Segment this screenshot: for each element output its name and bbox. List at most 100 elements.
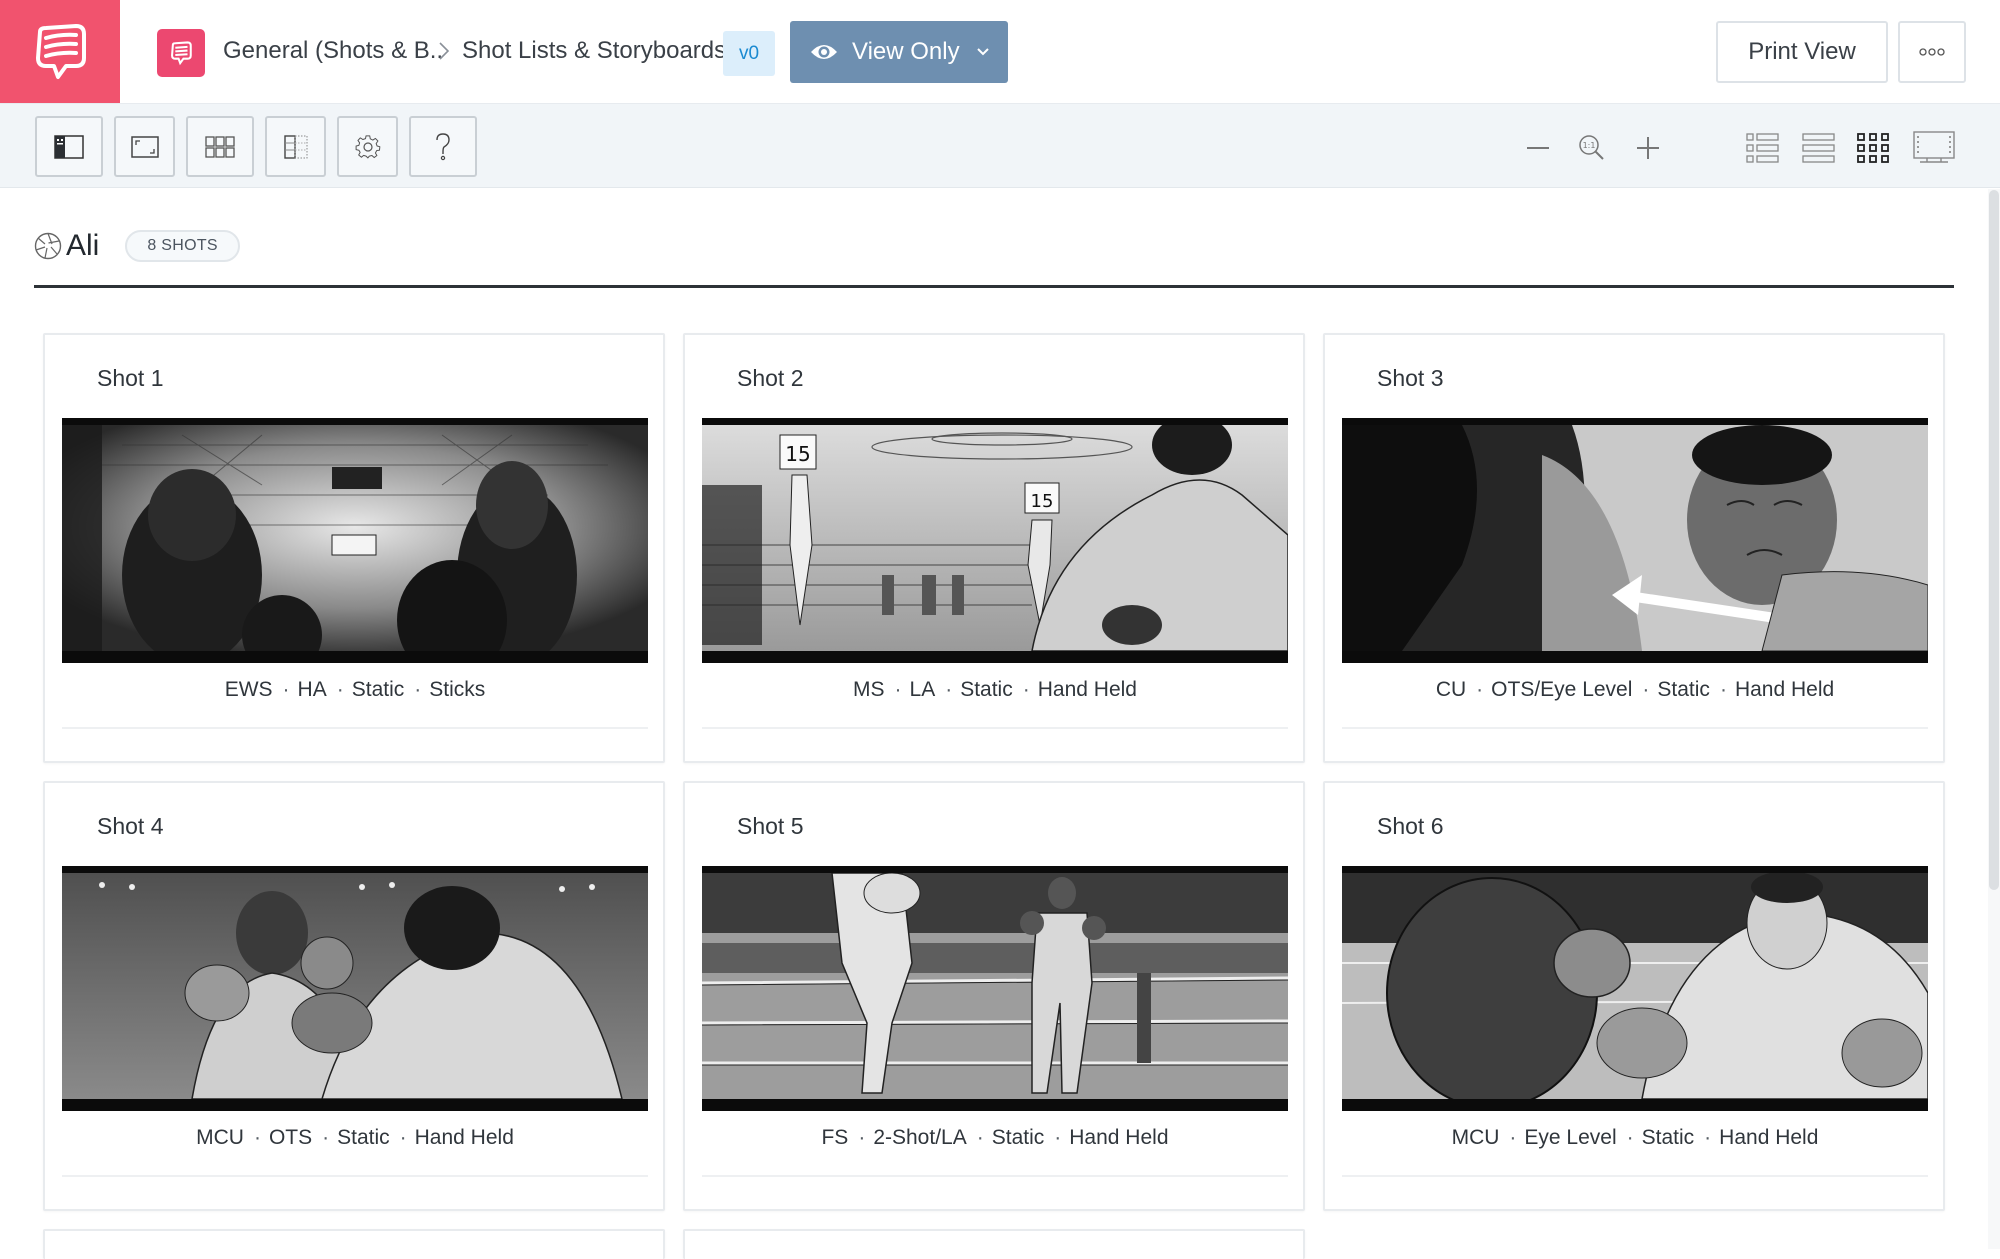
- shot-card[interactable]: Shot 4 MCU · OTS · Static · Hand Held: [43, 781, 665, 1211]
- svg-text:15: 15: [785, 442, 810, 466]
- scene-header: Ali 8 SHOTS: [34, 229, 240, 263]
- card-divider: [1342, 727, 1928, 729]
- view-only-dropdown[interactable]: View Only: [790, 21, 1008, 83]
- shot-card[interactable]: Shot 6 MCU · Eye Level · Static · Hand Held: [1323, 781, 1945, 1211]
- shot-image[interactable]: [1342, 418, 1928, 663]
- version-badge[interactable]: v0: [723, 31, 775, 76]
- app-logo[interactable]: [0, 0, 120, 103]
- storyboard-sketch-exchange: [62, 873, 648, 1099]
- shot-size-tag: EWS: [224, 678, 273, 701]
- view-list-thumbs-button[interactable]: [1746, 128, 1780, 168]
- shot-card[interactable]: Shot 2 15 15 MS · LA · Static · Hand Hel…: [683, 333, 1305, 763]
- shot-image[interactable]: [62, 418, 648, 663]
- movement-tag: Static: [1641, 1126, 1695, 1149]
- camera-angle-tag: OTS: [268, 1126, 313, 1149]
- equipment-tag: Hand Held: [1719, 1126, 1819, 1149]
- frame-ratio-icon: [130, 135, 159, 158]
- chevron-down-icon: [976, 48, 989, 56]
- shot-card[interactable]: [43, 1229, 665, 1259]
- zoom-out-button[interactable]: [1520, 130, 1556, 166]
- card-divider: [702, 727, 1288, 729]
- equipment-tag: Hand Held: [414, 1126, 514, 1149]
- gear-icon: [355, 134, 380, 158]
- shot-tags: MS · LA · Static · Hand Held: [853, 678, 1137, 701]
- speech-bubble-icon: [36, 23, 86, 79]
- equipment-tag: Sticks: [429, 678, 486, 701]
- zoom-in-button[interactable]: [1630, 130, 1666, 166]
- equipment-tag: Hand Held: [1037, 678, 1137, 701]
- svg-text:1:1: 1:1: [1583, 141, 1596, 150]
- list-thumbs-icon: [1746, 133, 1779, 163]
- list-rows-icon: [1802, 133, 1835, 163]
- more-options-button[interactable]: [1898, 21, 1966, 83]
- card-divider: [1342, 1175, 1928, 1177]
- shot-image[interactable]: [702, 866, 1288, 1111]
- view-presentation-button[interactable]: [1912, 128, 1956, 168]
- card-divider: [62, 1175, 648, 1177]
- shot-image[interactable]: [62, 866, 648, 1111]
- shot-size-tag: MCU: [196, 1126, 244, 1149]
- movement-tag: Static: [1657, 678, 1710, 701]
- settings-button[interactable]: [337, 116, 398, 177]
- camera-angle-tag: 2-Shot/LA: [873, 1126, 967, 1149]
- shot-title: Shot 1: [97, 365, 164, 391]
- storyboard-sketch-full-shot: [702, 873, 1288, 1099]
- movement-tag: Static: [337, 1126, 390, 1149]
- print-view-button[interactable]: Print View: [1716, 21, 1888, 83]
- more-dots-icon: [1919, 48, 1945, 56]
- shot-card[interactable]: Shot 5 FS · 2-Shot/LA · Static · Hand Held: [683, 781, 1305, 1211]
- shot-card[interactable]: [683, 1229, 1305, 1259]
- svg-text:15: 15: [1031, 491, 1054, 512]
- shot-tags: EWS · HA · Static · Sticks: [224, 678, 486, 701]
- toggle-sidebar-button[interactable]: [35, 116, 103, 177]
- shot-count-badge: 8 SHOTS: [125, 230, 240, 262]
- camera-angle-tag: HA: [297, 678, 327, 701]
- sidebar-panel-icon: [54, 134, 84, 159]
- shot-title: Shot 2: [737, 365, 804, 391]
- shot-size-tag: FS: [821, 1126, 849, 1149]
- breadcrumb-document[interactable]: Shot Lists & Storyboards: [462, 36, 726, 66]
- movement-tag: Static: [351, 678, 405, 701]
- help-button[interactable]: [409, 116, 477, 177]
- eye-icon: [811, 45, 837, 59]
- grid-layout-button[interactable]: [186, 116, 254, 177]
- view-list-button[interactable]: [1802, 128, 1836, 168]
- magnifier-1-1-icon: 1:1: [1579, 135, 1604, 160]
- shot-tags: CU · OTS/Eye Level · Static · Hand Held: [1435, 678, 1835, 701]
- camera-angle-tag: Eye Level: [1524, 1126, 1617, 1149]
- shot-title: Shot 6: [1377, 813, 1444, 839]
- view-only-label: View Only: [852, 38, 960, 65]
- shot-card[interactable]: Shot 3 CU · OTS/Eye Level · Static · Hand Held: [1323, 333, 1945, 763]
- storyboard-content: Ali 8 SHOTS Shot 1 EWS · HA · Static · S…: [0, 189, 1988, 1259]
- scrollbar-thumb[interactable]: [1989, 190, 1999, 890]
- grid-3x3-icon: [1857, 133, 1889, 163]
- breadcrumb-project[interactable]: General (Shots & B..: [223, 36, 443, 66]
- chevron-right-icon: [439, 42, 450, 60]
- shot-title: Shot 4: [97, 813, 164, 839]
- scene-title[interactable]: Ali: [66, 229, 99, 263]
- shot-title: Shot 5: [737, 813, 804, 839]
- shot-image[interactable]: 15 15: [702, 418, 1288, 663]
- shot-tags: MCU · OTS · Static · Hand Held: [196, 1126, 514, 1149]
- plus-icon: [1637, 137, 1659, 159]
- aspect-ratio-button[interactable]: [114, 116, 175, 177]
- speech-bubble-icon: [171, 41, 192, 66]
- shot-tags: FS · 2-Shot/LA · Static · Hand Held: [821, 1126, 1169, 1149]
- shot-size-tag: MCU: [1451, 1126, 1500, 1149]
- shot-image[interactable]: [1342, 866, 1928, 1111]
- zoom-reset-button[interactable]: 1:1: [1574, 130, 1610, 166]
- card-divider: [62, 727, 648, 729]
- shot-size-tag: CU: [1435, 678, 1467, 701]
- equipment-tag: Hand Held: [1069, 1126, 1169, 1149]
- aperture-icon: [34, 232, 62, 260]
- view-grid-button[interactable]: [1856, 128, 1890, 168]
- shot-card[interactable]: Shot 1 EWS · HA · Static · Sticks: [43, 333, 665, 763]
- project-icon[interactable]: [157, 29, 205, 77]
- storyboard-sketch-ring-girls: 15 15: [702, 425, 1288, 651]
- columns-button[interactable]: [265, 116, 326, 177]
- scene-divider: [34, 285, 1954, 288]
- camera-angle-tag: LA: [909, 678, 936, 701]
- card-divider: [702, 1175, 1288, 1177]
- shot-size-tag: MS: [853, 678, 885, 701]
- storyboard-sketch-punch: [1342, 873, 1928, 1099]
